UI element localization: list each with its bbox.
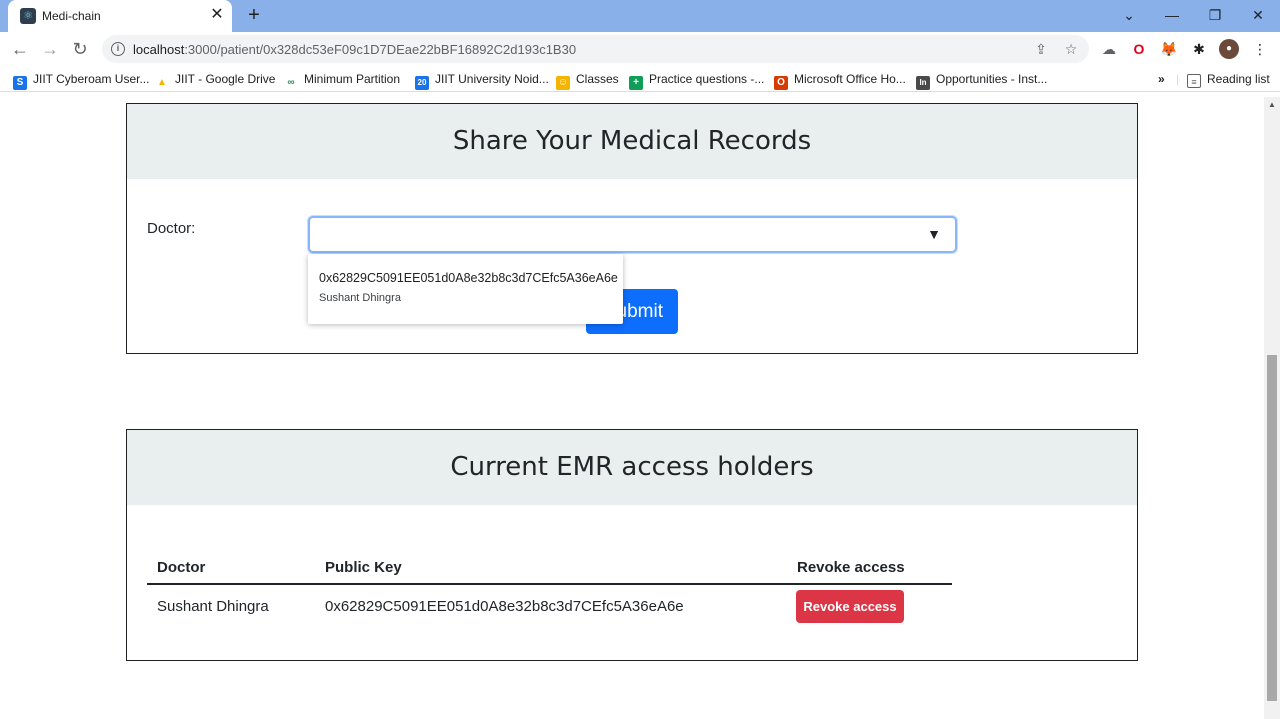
address-bar[interactable]: i localhost:3000/patient/0x328dc53eF09c1…: [102, 35, 1089, 63]
revoke-access-button[interactable]: Revoke access: [796, 590, 904, 623]
bookmark-favicon-icon: S: [13, 76, 27, 90]
more-bookmarks-icon[interactable]: »: [1158, 71, 1165, 87]
table-row: Sushant Dhingra 0x62829C5091EE051d0A8e32…: [147, 585, 952, 629]
bookmarks-bar: S JIIT Cyberoam User... ▲ JIIT - Google Dr…: [0, 66, 1280, 92]
profile-avatar[interactable]: ●: [1219, 39, 1239, 59]
row-doctor-name: Sushant Dhingra: [157, 598, 269, 615]
row-public-key: 0x62829C5091EE051d0A8e32b8c3d7CEfc5A36eA…: [325, 598, 684, 615]
browser-tab[interactable]: ⚛ Medi-chain ✕: [8, 0, 232, 32]
reading-list-label: Reading list: [1207, 72, 1270, 86]
page-content: Share Your Medical Records Doctor: ▼ Sub…: [0, 97, 1264, 719]
title-bar: ⚛ Medi-chain ✕ + ⌄ — ❐ ✕: [0, 0, 1280, 32]
column-header-revoke: Revoke access: [797, 559, 905, 576]
bookmark-label: JIIT Cyberoam User...: [33, 72, 150, 86]
new-tab-button[interactable]: +: [243, 4, 265, 26]
office-icon: O: [774, 76, 788, 90]
column-header-doctor: Doctor: [157, 559, 206, 576]
bookmark-item[interactable]: ☺ Classes: [556, 71, 619, 90]
table-header: Doctor Public Key Revoke access: [147, 553, 952, 585]
metamask-extension-icon[interactable]: 🦊: [1159, 39, 1179, 59]
browser-menu-icon[interactable]: ⋮: [1250, 39, 1270, 59]
bookmark-item[interactable]: + Practice questions -...: [629, 71, 765, 90]
dropdown-arrow-icon[interactable]: ▼: [927, 226, 941, 242]
dropdown-option-name: Sushant Dhingra: [319, 292, 401, 304]
share-records-card: Share Your Medical Records Doctor: ▼ Sub…: [126, 103, 1138, 354]
close-window-button[interactable]: ✕: [1246, 4, 1270, 26]
classroom-icon: ☺: [556, 76, 570, 90]
bookmark-label: Minimum Partition: [304, 72, 401, 86]
doctor-select[interactable]: ▼: [308, 216, 957, 253]
doctor-dropdown-option[interactable]: 0x62829C5091EE051d0A8e32b8c3d7CEfc5A36eA…: [308, 254, 623, 324]
bookmark-star-icon[interactable]: ☆: [1062, 40, 1080, 58]
bookmark-label: JIIT University Noid...: [435, 72, 549, 86]
browser-toolbar: ← → ↻ i localhost:3000/patient/0x328dc53…: [0, 32, 1280, 66]
access-holders-card: Current EMR access holders Doctor Public…: [126, 429, 1138, 661]
bookmark-item[interactable]: ▲ JIIT - Google Drive: [155, 71, 276, 88]
reading-list-button[interactable]: ≡ Reading list: [1187, 71, 1270, 88]
bookmark-label: Classes: [576, 72, 619, 86]
share-records-title: Share Your Medical Records: [127, 104, 1137, 179]
bookmarks-divider: |: [1176, 72, 1180, 86]
close-tab-icon[interactable]: ✕: [208, 6, 226, 24]
tab-search-icon[interactable]: ⌄: [1117, 4, 1141, 26]
bookmark-label: Microsoft Office Ho...: [794, 72, 906, 86]
access-holders-table: Doctor Public Key Revoke access Sushant …: [147, 553, 952, 629]
calendar-icon: 20: [415, 76, 429, 90]
opera-extension-icon[interactable]: O: [1129, 39, 1149, 59]
doctor-label: Doctor:: [147, 220, 196, 237]
bookmark-label: Practice questions -...: [649, 72, 765, 86]
page-scrollbar[interactable]: ▲: [1264, 97, 1280, 719]
react-favicon-icon: ⚛: [20, 8, 36, 24]
dropdown-option-key: 0x62829C5091EE051d0A8e32b8c3d7CEfc5A36eA…: [319, 271, 618, 285]
bookmark-item[interactable]: S JIIT Cyberoam User...: [13, 71, 150, 90]
gfg-icon: ∞: [287, 77, 295, 88]
share-icon[interactable]: ⇪: [1032, 40, 1050, 58]
internshala-icon: In: [916, 76, 930, 90]
forward-button[interactable]: →: [38, 37, 62, 61]
scrollbar-thumb[interactable]: [1267, 355, 1277, 701]
access-holders-title: Current EMR access holders: [127, 430, 1137, 505]
bookmark-item[interactable]: O Microsoft Office Ho...: [774, 71, 906, 90]
url-text[interactable]: localhost:3000/patient/0x328dc53eF09c1D7…: [133, 42, 576, 57]
site-info-icon[interactable]: i: [111, 42, 125, 56]
cast-extension-icon[interactable]: ☁: [1099, 39, 1119, 59]
restore-button[interactable]: ❐: [1203, 4, 1227, 26]
scroll-up-arrow-icon[interactable]: ▲: [1264, 99, 1280, 111]
bookmark-label: JIIT - Google Drive: [175, 72, 276, 86]
back-button[interactable]: ←: [8, 37, 32, 61]
tab-title: Medi-chain: [42, 9, 101, 23]
extensions-puzzle-icon[interactable]: ✱: [1189, 39, 1209, 59]
sheets-icon: +: [629, 76, 643, 90]
column-header-public-key: Public Key: [325, 559, 402, 576]
reload-button[interactable]: ↻: [68, 37, 92, 61]
bookmark-label: Opportunities - Inst...: [936, 72, 1048, 86]
drive-icon: ▲: [157, 77, 167, 88]
bookmark-item[interactable]: ∞ Minimum Partition: [284, 71, 401, 88]
bookmark-item[interactable]: 20 JIIT University Noid...: [415, 71, 549, 90]
minimize-button[interactable]: —: [1160, 4, 1184, 26]
bookmark-item[interactable]: In Opportunities - Inst...: [916, 71, 1048, 90]
reading-list-icon: ≡: [1187, 74, 1201, 88]
